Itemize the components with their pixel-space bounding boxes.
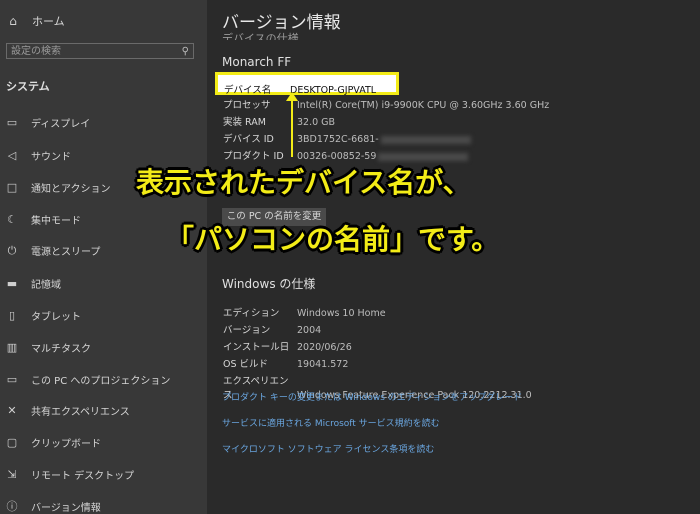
blurred-region bbox=[380, 135, 471, 144]
sidebar-item-projection[interactable]: ▭ この PC へのプロジェクション bbox=[6, 372, 171, 387]
os-build-row: OS ビルド 19041.572 bbox=[223, 356, 348, 370]
section-title: システム bbox=[6, 80, 50, 93]
sidebar-item-label: バージョン情報 bbox=[31, 503, 101, 514]
edition-label: エディション bbox=[223, 308, 280, 319]
device-name-row: デバイス名 DESKTOP-GJPVATL bbox=[224, 78, 376, 97]
sidebar-item-label: 共有エクスペリエンス bbox=[31, 407, 130, 418]
tablet-icon: ▯ bbox=[8, 308, 16, 322]
sidebar-item-label: 集中モード bbox=[31, 216, 81, 227]
sidebar-item-power[interactable]: ⏻ 電源とスリープ bbox=[6, 243, 101, 258]
edition-row: エディション Windows 10 Home bbox=[223, 305, 386, 319]
home-icon: ⌂ bbox=[9, 14, 17, 28]
home-nav-item[interactable]: ⌂ ホーム bbox=[6, 13, 65, 29]
blurred-region bbox=[378, 152, 469, 161]
search-icon[interactable]: ⚲ bbox=[182, 45, 189, 58]
ram-value: 32.0 GB bbox=[297, 117, 336, 128]
device-spec-heading: デバイスの仕様 bbox=[222, 32, 299, 40]
sidebar-item-label: タブレット bbox=[31, 312, 81, 323]
sidebar-item-tablet[interactable]: ▯ タブレット bbox=[6, 308, 81, 323]
sidebar-item-shared[interactable]: ✕ 共有エクスペリエンス bbox=[6, 403, 130, 418]
sidebar-item-label: 通知とアクション bbox=[31, 184, 111, 195]
pc-name: Monarch FF bbox=[222, 55, 292, 69]
multitask-icon: ▥ bbox=[6, 340, 18, 354]
sidebar-item-notifications[interactable]: □ 通知とアクション bbox=[6, 180, 111, 195]
sidebar-item-label: リモート デスクトップ bbox=[31, 471, 135, 482]
product-id-label: プロダクト ID bbox=[223, 151, 284, 162]
sidebar-item-label: 記憶域 bbox=[31, 280, 61, 291]
sidebar-item-multitask[interactable]: ▥ マルチタスク bbox=[6, 340, 91, 355]
arrow-line bbox=[291, 99, 293, 157]
share-icon: ✕ bbox=[7, 403, 17, 417]
sidebar-item-label: マルチタスク bbox=[31, 344, 91, 355]
sidebar-item-remote-desktop[interactable]: ⇲ リモート デスクトップ bbox=[6, 467, 134, 482]
windows-spec-heading: Windows の仕様 bbox=[222, 277, 316, 291]
power-icon: ⏻ bbox=[7, 243, 17, 257]
moon-icon: ☾ bbox=[7, 212, 17, 226]
processor-row: プロセッサ Intel(R) Core(TM) i9-9900K CPU @ 3.… bbox=[223, 97, 549, 111]
display-icon: ▭ bbox=[6, 115, 18, 129]
processor-value: Intel(R) Core(TM) i9-9900K CPU @ 3.60GHz… bbox=[297, 100, 550, 111]
version-label: バージョン bbox=[223, 325, 271, 336]
edition-value: Windows 10 Home bbox=[297, 308, 386, 319]
os-build-value: 19041.572 bbox=[297, 359, 349, 370]
sidebar-item-label: サウンド bbox=[31, 152, 71, 163]
device-name-value: DESKTOP-GJPVATL bbox=[290, 85, 377, 96]
sidebar-item-label: ディスプレイ bbox=[31, 119, 91, 130]
device-id-label: デバイス ID bbox=[223, 134, 274, 145]
install-date-label: インストール日 bbox=[223, 342, 290, 353]
sidebar-item-focus[interactable]: ☾ 集中モード bbox=[6, 212, 81, 227]
search-placeholder: 設定の検索 bbox=[11, 46, 61, 57]
sidebar-item-display[interactable]: ▭ ディスプレイ bbox=[6, 115, 91, 130]
install-date-value: 2020/06/26 bbox=[297, 342, 352, 353]
sidebar-item-sound[interactable]: ◁ サウンド bbox=[6, 148, 71, 163]
change-product-key-link[interactable]: プロダクト キーの変更または Windows のエディションをアップグレード bbox=[222, 390, 522, 403]
ram-row: 実装 RAM 32.0 GB bbox=[223, 114, 335, 128]
sidebar-item-label: 電源とスリープ bbox=[31, 247, 101, 258]
search-input[interactable]: 設定の検索 ⚲ bbox=[6, 43, 194, 59]
license-terms-link[interactable]: マイクロソフト ソフトウェア ライセンス条項を読む bbox=[222, 442, 434, 455]
notification-icon: □ bbox=[6, 180, 18, 194]
device-name-highlight: デバイス名 DESKTOP-GJPVATL bbox=[215, 72, 399, 97]
speaker-icon: ◁ bbox=[7, 148, 17, 162]
services-agreement-link[interactable]: サービスに適用される Microsoft サービス規約を読む bbox=[222, 416, 440, 429]
info-icon: ⓘ bbox=[6, 499, 18, 513]
sidebar-item-label: クリップボード bbox=[31, 439, 101, 450]
install-date-row: インストール日 2020/06/26 bbox=[223, 339, 352, 353]
storage-icon: ▬ bbox=[6, 276, 18, 290]
ram-label: 実装 RAM bbox=[223, 117, 266, 128]
device-id-row: デバイス ID 3BD1752C-6681- bbox=[223, 131, 471, 145]
remote-desktop-icon: ⇲ bbox=[7, 467, 17, 481]
annotation-line-2: 「パソコンの名前」です。 bbox=[166, 223, 500, 256]
sidebar-item-about[interactable]: ⓘ バージョン情報 bbox=[6, 499, 101, 514]
sidebar-item-storage[interactable]: ▬ 記憶域 bbox=[6, 276, 61, 291]
projection-icon: ▭ bbox=[6, 372, 18, 386]
annotation-line-1: 表示されたデバイス名が、 bbox=[136, 166, 471, 199]
sidebar-item-label: この PC へのプロジェクション bbox=[31, 376, 171, 387]
os-build-label: OS ビルド bbox=[223, 359, 269, 370]
clipboard-icon: ▢ bbox=[6, 435, 18, 449]
version-value: 2004 bbox=[297, 325, 322, 336]
product-id-row: プロダクト ID 00326-00852-59 bbox=[223, 148, 469, 162]
device-id-value: 3BD1752C-6681- bbox=[297, 134, 379, 145]
sidebar-item-clipboard[interactable]: ▢ クリップボード bbox=[6, 435, 101, 450]
device-name-label: デバイス名 bbox=[224, 85, 272, 96]
home-label: ホーム bbox=[32, 15, 65, 28]
version-row: バージョン 2004 bbox=[223, 322, 321, 336]
